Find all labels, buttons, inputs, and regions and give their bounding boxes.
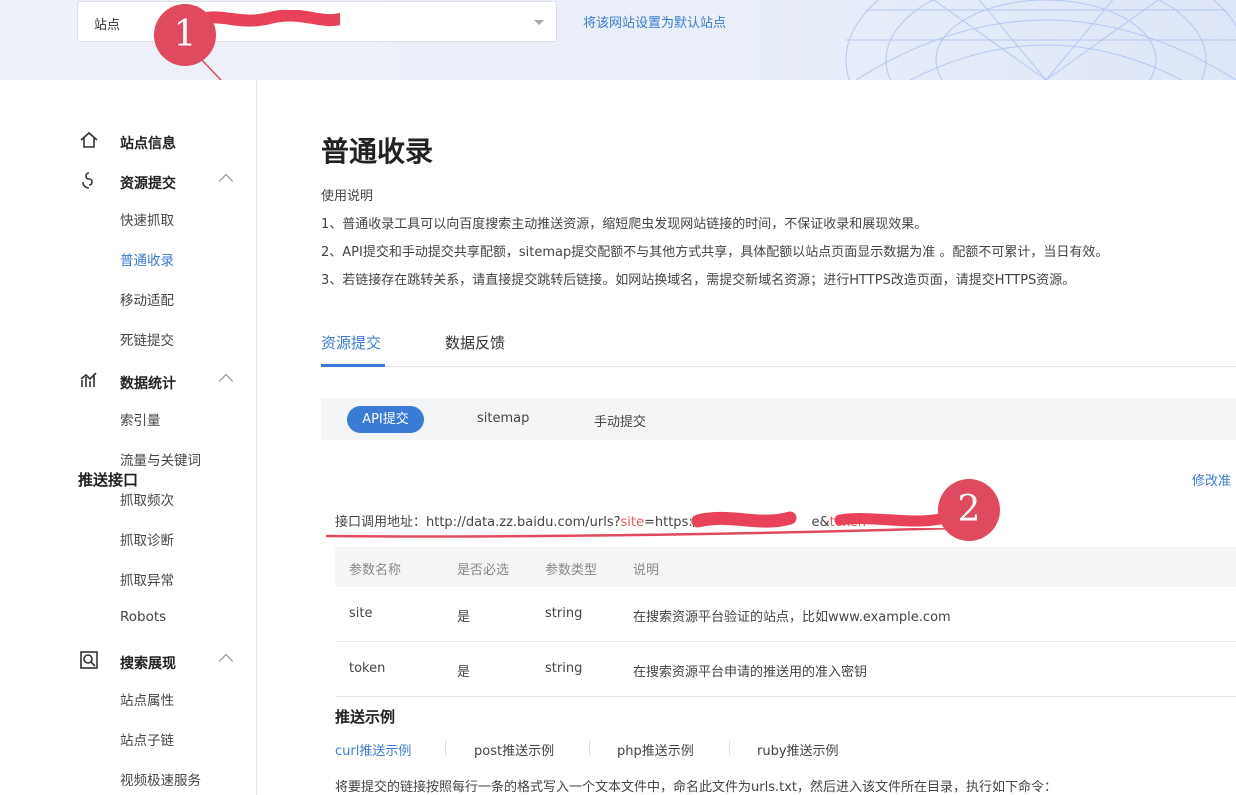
chevron-up-icon[interactable]: [218, 173, 234, 189]
push-interface-title: 推送接口: [78, 471, 139, 489]
usage-line: 3、若链接存在跳转关系，请直接提交跳转后链接。如网站换域名，需提交新域名资源；进…: [321, 273, 1076, 288]
table-cell: 是: [457, 610, 471, 625]
table-row: token 是 string 在搜索资源平台申请的推送用的准入密钥: [335, 642, 1236, 697]
sidebar-item-dead-link[interactable]: 死链提交: [120, 329, 174, 349]
example-tab-php[interactable]: php推送示例: [617, 740, 694, 759]
table-cell: string: [545, 606, 583, 621]
push-example-title: 推送示例: [335, 708, 396, 726]
site-select-label: 站点: [94, 18, 121, 33]
chevron-up-icon[interactable]: [218, 653, 234, 669]
sidebar-group-site-info[interactable]: 站点信息: [0, 127, 257, 157]
globe-decoration: [845, 0, 1236, 80]
sidebar-item-crawl-frequency[interactable]: 抓取频次: [120, 489, 174, 509]
example-instructions: 将要提交的链接按照每行一条的格式写入一个文本文件中，命名此文件为urls.txt…: [335, 780, 1057, 795]
tab-data-feedback[interactable]: 数据反馈: [445, 332, 505, 353]
sidebar-item-crawl-diagnosis[interactable]: 抓取诊断: [120, 529, 174, 549]
table-cell: string: [545, 661, 583, 676]
stats-icon: [80, 372, 97, 387]
example-tab-post[interactable]: post推送示例: [474, 740, 554, 759]
table-cell: token: [349, 661, 386, 676]
example-tab-curl[interactable]: curl推送示例: [335, 740, 411, 759]
redaction-scribble: [200, 10, 340, 27]
sidebar-item-fast-crawl[interactable]: 快速抓取: [120, 209, 174, 229]
params-table: 参数名称 是否必选 参数类型 说明 site 是 string 在搜索资源平台验…: [335, 547, 1236, 697]
page-title: 普通收录: [321, 135, 434, 168]
sidebar-group-resource-submit[interactable]: 资源提交: [0, 167, 257, 197]
annotation-underline: [326, 528, 995, 538]
site-dropdown-caret-icon[interactable]: [534, 20, 544, 25]
set-default-site-link[interactable]: 将该网站设置为默认站点: [583, 12, 726, 31]
annotation-marker-1: 1: [154, 4, 216, 66]
table-header-cell: 说明: [633, 563, 660, 578]
main-tabs: 资源提交 数据反馈: [321, 320, 1236, 367]
sidebar-item-site-attributes[interactable]: 站点属性: [120, 689, 174, 709]
sidebar-item-robots[interactable]: Robots: [120, 609, 166, 625]
sidebar-group-search-display[interactable]: 搜索展现: [0, 647, 257, 677]
subtab-sitemap[interactable]: sitemap: [477, 411, 529, 426]
table-row: site 是 string 在搜索资源平台验证的站点，比如www.example…: [335, 587, 1236, 642]
table-cell: 在搜索资源平台验证的站点，比如www.example.com: [633, 610, 951, 625]
sidebar-item-video-fast-service[interactable]: 视频极速服务: [120, 769, 201, 789]
table-cell: 是: [457, 665, 471, 680]
sidebar: 站点信息 资源提交 快速抓取 普通收录 移动适配 死链提交 数据统计 索引量 流…: [0, 80, 257, 795]
sidebar-item-index-volume[interactable]: 索引量: [120, 409, 161, 429]
usage-line: 1、普通收录工具可以向百度搜索主动推送资源，缩短爬虫发现网站链接的时间，不保证收…: [321, 217, 928, 232]
sidebar-item-traffic-keywords[interactable]: 流量与关键词: [120, 449, 201, 469]
submit-icon: [82, 172, 93, 189]
subtab-api[interactable]: API提交: [347, 406, 424, 433]
tab-divider: [589, 741, 590, 755]
tab-divider: [729, 741, 730, 755]
edit-token-link[interactable]: 修改准: [1192, 470, 1231, 489]
active-tab-indicator: [321, 364, 385, 367]
example-tab-ruby[interactable]: ruby推送示例: [757, 740, 839, 759]
sidebar-group-data-stats[interactable]: 数据统计: [0, 367, 257, 397]
sidebar-item-site-sublinks[interactable]: 站点子链: [120, 729, 174, 749]
tab-divider: [445, 741, 446, 755]
usage-title: 使用说明: [321, 189, 374, 204]
sidebar-item-normal-index[interactable]: 普通收录: [120, 249, 174, 269]
table-header-cell: 参数类型: [545, 563, 598, 578]
chevron-up-icon[interactable]: [218, 373, 234, 389]
sidebar-item-mobile-adapt[interactable]: 移动适配: [120, 289, 174, 309]
table-header-cell: 是否必选: [457, 563, 510, 578]
sidebar-group-label: 数据统计: [120, 376, 176, 392]
home-icon: [80, 131, 98, 148]
table-cell: site: [349, 606, 373, 621]
search-display-icon: [80, 651, 98, 669]
tab-resource-submit[interactable]: 资源提交: [321, 332, 381, 353]
table-header-cell: 参数名称: [349, 563, 402, 578]
sidebar-group-label: 资源提交: [120, 176, 176, 192]
sidebar-group-label: 搜索展现: [120, 656, 176, 672]
submit-method-tabs: API提交 sitemap 手动提交: [321, 398, 1236, 440]
subtab-manual[interactable]: 手动提交: [594, 411, 646, 430]
table-cell: 在搜索资源平台申请的推送用的准入密钥: [633, 665, 868, 680]
sidebar-item-crawl-errors[interactable]: 抓取异常: [120, 569, 174, 589]
usage-line: 2、API提交和手动提交共享配额，sitemap提交配额不与其他方式共享，具体配…: [321, 245, 1109, 260]
table-header: 参数名称 是否必选 参数类型 说明: [335, 547, 1236, 587]
sidebar-group-label: 站点信息: [120, 136, 176, 152]
annotation-marker-2: 2: [938, 479, 1000, 541]
